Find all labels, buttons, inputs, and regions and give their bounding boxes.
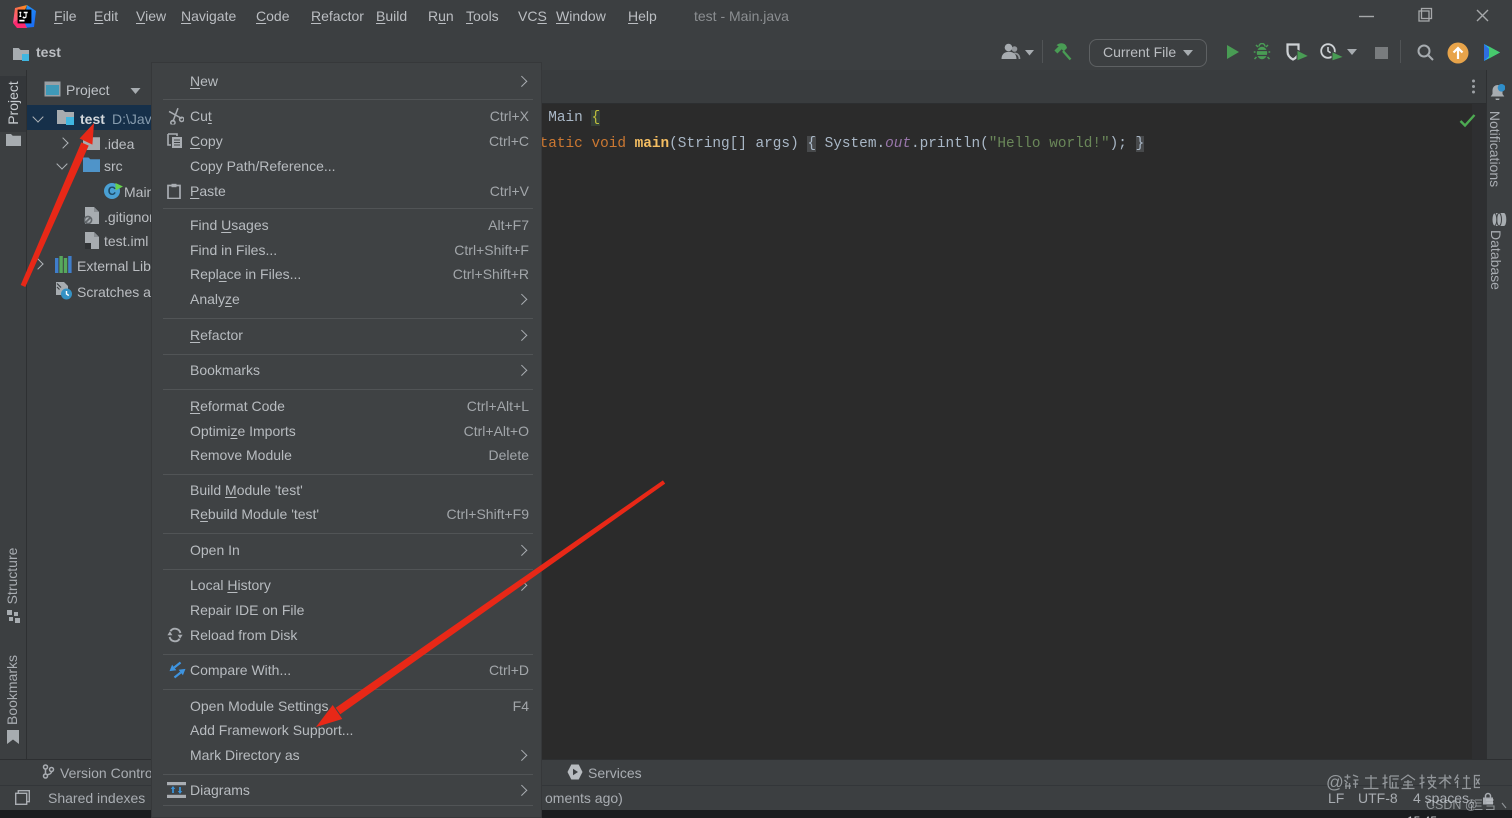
svg-text:C: C xyxy=(108,186,116,198)
